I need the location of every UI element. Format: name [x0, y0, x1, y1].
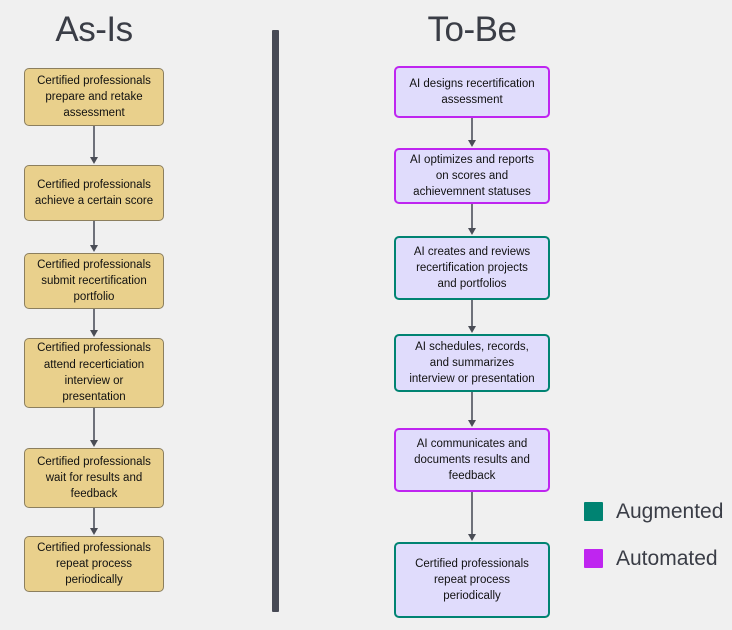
- legend-swatch-augmented-icon: [584, 501, 603, 521]
- asis-connector-5-6: [93, 508, 95, 529]
- asis-arrowhead-5-6: [89, 528, 98, 535]
- asis-node-2[interactable]: Certified professionals achieve a certai…: [24, 165, 164, 221]
- legend-swatch-automated-icon: [584, 548, 603, 568]
- column-title-to-be: To-Be: [427, 10, 517, 49]
- tobe-connector-1-2: [471, 118, 473, 141]
- asis-connector-3-4: [93, 309, 95, 331]
- asis-arrowhead-1-2: [89, 157, 98, 164]
- asis-arrowhead-4-5: [89, 440, 98, 447]
- tobe-node-1[interactable]: AI designs recertification assessment: [394, 66, 550, 118]
- asis-node-3[interactable]: Certified professionals submit recertifi…: [24, 253, 164, 309]
- tobe-arrowhead-3-4: [467, 326, 476, 333]
- tobe-arrowhead-5-6: [467, 534, 476, 541]
- tobe-node-3[interactable]: AI creates and reviews recertification p…: [394, 236, 550, 300]
- legend-item-augmented: Augmented: [584, 500, 724, 522]
- legend-label-automated: Automated: [616, 546, 718, 570]
- tobe-arrowhead-1-2: [467, 140, 476, 147]
- legend: Augmented Automated: [584, 500, 724, 594]
- tobe-node-5[interactable]: AI communicates and documents results an…: [394, 428, 550, 492]
- legend-item-automated: Automated: [584, 547, 724, 569]
- tobe-node-2[interactable]: AI optimizes and reports on scores and a…: [394, 148, 550, 204]
- asis-node-1[interactable]: Certified professionals prepare and reta…: [24, 68, 164, 126]
- asis-connector-4-5: [93, 408, 95, 441]
- asis-node-5[interactable]: Certified professionals wait for results…: [24, 448, 164, 508]
- tobe-connector-5-6: [471, 492, 473, 535]
- tobe-node-6[interactable]: Certified professionals repeat process p…: [394, 542, 550, 618]
- asis-node-4[interactable]: Certified professionals attend recertici…: [24, 338, 164, 408]
- asis-arrowhead-3-4: [89, 330, 98, 337]
- legend-label-augmented: Augmented: [616, 499, 724, 523]
- tobe-node-4[interactable]: AI schedules, records, and summarizes in…: [394, 334, 550, 392]
- asis-node-6[interactable]: Certified professionals repeat process p…: [24, 536, 164, 592]
- asis-arrowhead-2-3: [89, 245, 98, 252]
- asis-connector-2-3: [93, 221, 95, 246]
- tobe-connector-4-5: [471, 392, 473, 421]
- tobe-arrowhead-4-5: [467, 420, 476, 427]
- column-divider: [272, 30, 279, 612]
- tobe-arrowhead-2-3: [467, 228, 476, 235]
- flowchart-canvas: As-Is To-Be Certified professionals prep…: [0, 0, 732, 630]
- column-title-as-is: As-Is: [55, 10, 133, 49]
- asis-connector-1-2: [93, 126, 95, 158]
- tobe-connector-3-4: [471, 300, 473, 327]
- tobe-connector-2-3: [471, 204, 473, 229]
